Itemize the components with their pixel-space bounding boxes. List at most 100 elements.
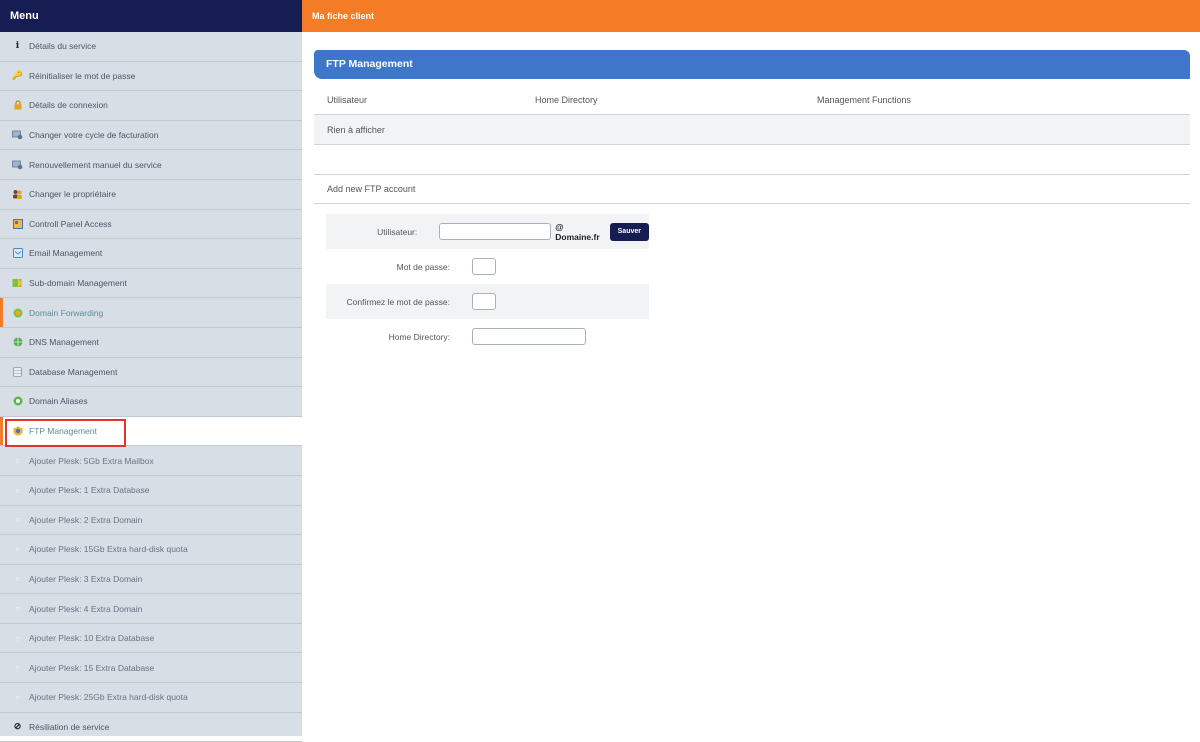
circle-icon: ○ (15, 663, 20, 673)
subdomain-icon (12, 278, 23, 289)
billing-icon (12, 130, 23, 141)
info-icon: i (15, 41, 20, 52)
sidebar-item-label: Ajouter Plesk: 15Gb Extra hard-disk quot… (29, 544, 188, 555)
add-ftp-account-form: Utilisateur: @ Domaine.fr Sauver Mot de … (326, 214, 649, 354)
circle-icon: ○ (15, 485, 20, 495)
database-icon (12, 366, 23, 377)
sidebar-item-label: Domain Forwarding (29, 307, 104, 318)
sidebar-title: Menu (0, 0, 302, 32)
sidebar-item-label: Sub-domain Management (29, 278, 127, 289)
sidebar-item-addon[interactable]: ○ Ajouter Plesk: 15Gb Extra hard-disk qu… (0, 535, 302, 565)
sidebar-item-addon[interactable]: ○ Ajouter Plesk: 5Gb Extra Mailbox (0, 446, 302, 476)
sidebar-item-label: Changer votre cycle de facturation (29, 130, 159, 141)
key-icon: 🔑 (11, 70, 24, 81)
sidebar-item-label: Ajouter Plesk: 4 Extra Domain (29, 603, 143, 614)
sidebar-item-label: Réinitialiser le mot de passe (29, 70, 136, 81)
column-header-management-functions: Management Functions (817, 95, 912, 105)
sidebar-item-addon[interactable]: ○ Ajouter Plesk: 10 Extra Database (0, 624, 302, 654)
billing-icon (12, 159, 23, 170)
sidebar-item-label: Domain Aliases (29, 396, 88, 407)
circle-icon: ○ (15, 544, 20, 554)
domain-suffix: @ Domaine.fr (555, 221, 600, 242)
password-label: Mot de passe: (396, 261, 450, 272)
sidebar-item-cancel-service[interactable]: ⊘ Résiliation de service (0, 713, 302, 742)
dns-icon (12, 337, 23, 348)
lock-icon (12, 100, 23, 111)
form-row-password: Mot de passe: (326, 249, 649, 284)
sidebar-item-label: Ajouter Plesk: 3 Extra Domain (29, 573, 143, 584)
sidebar-item-label: Controll Panel Access (29, 218, 112, 229)
form-row-user: Utilisateur: @ Domaine.fr Sauver (326, 214, 649, 249)
panel-icon (12, 218, 23, 229)
sidebar-item-label: Ajouter Plesk: 25Gb Extra hard-disk quot… (29, 692, 188, 703)
sidebar-item-label: Détails du service (29, 41, 97, 52)
sidebar-item-label: Ajouter Plesk: 1 Extra Database (29, 485, 150, 496)
add-account-title: Add new FTP account (327, 184, 416, 194)
sidebar-item-addon[interactable]: ○ Ajouter Plesk: 1 Extra Database (0, 476, 302, 506)
ftp-accounts-table: Utilisateur Home Directory Management Fu… (314, 86, 1190, 204)
confirm-password-label: Confirmez le mot de passe: (346, 296, 450, 307)
empty-message: Rien à afficher (327, 124, 385, 135)
user-label: Utilisateur: (377, 226, 418, 237)
sidebar-item-label: FTP Management (29, 426, 97, 437)
add-account-heading: Add new FTP account (314, 175, 1190, 204)
circle-icon: ○ (15, 515, 20, 525)
panel-title: FTP Management (314, 50, 1190, 79)
sidebar-item-label: Renouvellement manuel du service (29, 159, 162, 170)
circle-icon: ○ (15, 692, 20, 702)
sidebar-item-label: DNS Management (29, 337, 99, 348)
sidebar-item-label: Email Management (29, 248, 103, 259)
sidebar-item-label: Ajouter Plesk: 5Gb Extra Mailbox (29, 455, 154, 466)
sidebar-item-manual-renewal[interactable]: Renouvellement manuel du service (0, 150, 302, 180)
home-directory-input[interactable] (472, 328, 586, 345)
sidebar-item-addon[interactable]: ○ Ajouter Plesk: 25Gb Extra hard-disk qu… (0, 683, 302, 713)
sidebar: Menu i Détails du service 🔑 Réinitialise… (0, 0, 302, 742)
users-icon (12, 189, 23, 200)
sidebar-item-billing-cycle[interactable]: Changer votre cycle de facturation (0, 121, 302, 151)
sidebar-item-ftp-management[interactable]: FTP Management (0, 416, 302, 447)
sidebar-item-database-management[interactable]: Database Management (0, 358, 302, 388)
table-spacer (314, 145, 1190, 175)
sidebar-item-label: Détails de connexion (29, 100, 108, 111)
column-header-home-directory: Home Directory (535, 95, 598, 105)
sidebar-item-label: Ajouter Plesk: 2 Extra Domain (29, 514, 143, 525)
sidebar-menu: i Détails du service 🔑 Réinitialiser le … (0, 32, 302, 742)
ftp-icon (12, 426, 23, 437)
sidebar-item-reset-password[interactable]: 🔑 Réinitialiser le mot de passe (0, 62, 302, 92)
form-row-confirm-password: Confirmez le mot de passe: (326, 284, 649, 319)
cancel-icon: ⊘ (13, 721, 22, 732)
sidebar-item-addon[interactable]: ○ Ajouter Plesk: 4 Extra Domain (0, 594, 302, 624)
sidebar-item-domain-aliases[interactable]: Domain Aliases (0, 387, 302, 417)
sidebar-item-label: Changer le propriétaire (29, 189, 116, 200)
circle-icon: ○ (15, 633, 20, 643)
page-title: Ma fiche client (302, 0, 1200, 32)
sidebar-item-change-owner[interactable]: Changer le propriétaire (0, 180, 302, 210)
circle-icon: ○ (15, 604, 20, 614)
sidebar-item-service-details[interactable]: i Détails du service (0, 32, 302, 62)
sidebar-item-label: Ajouter Plesk: 15 Extra Database (29, 662, 155, 673)
sidebar-item-dns-management[interactable]: DNS Management (0, 328, 302, 358)
sidebar-item-subdomain-management[interactable]: Sub-domain Management (0, 269, 302, 299)
mail-icon (12, 248, 23, 259)
circle-icon: ○ (15, 574, 20, 584)
sidebar-item-addon[interactable]: ○ Ajouter Plesk: 15 Extra Database (0, 653, 302, 684)
home-directory-label: Home Directory: (388, 331, 450, 342)
sidebar-item-label: Ajouter Plesk: 10 Extra Database (29, 633, 155, 644)
forward-icon (12, 307, 23, 318)
sidebar-item-email-management[interactable]: Email Management (0, 239, 302, 269)
form-row-home-directory: Home Directory: (326, 319, 649, 354)
password-input[interactable] (472, 258, 496, 275)
circle-icon: ○ (15, 456, 20, 466)
confirm-password-input[interactable] (472, 293, 496, 310)
sidebar-item-control-panel-access[interactable]: Controll Panel Access (0, 210, 302, 240)
save-button[interactable]: Sauver (609, 222, 649, 241)
sidebar-item-addon[interactable]: ○ Ajouter Plesk: 2 Extra Domain (0, 506, 302, 536)
column-header-user: Utilisateur (327, 95, 368, 105)
username-input[interactable] (439, 223, 552, 240)
table-header: Utilisateur Home Directory Management Fu… (314, 86, 1190, 115)
sidebar-item-domain-forwarding[interactable]: Domain Forwarding (0, 298, 302, 328)
sidebar-item-addon[interactable]: ○ Ajouter Plesk: 3 Extra Domain (0, 565, 302, 595)
sidebar-item-connection-details[interactable]: Détails de connexion (0, 91, 302, 121)
table-empty-row: Rien à afficher (314, 115, 1190, 145)
alias-icon (12, 396, 23, 407)
